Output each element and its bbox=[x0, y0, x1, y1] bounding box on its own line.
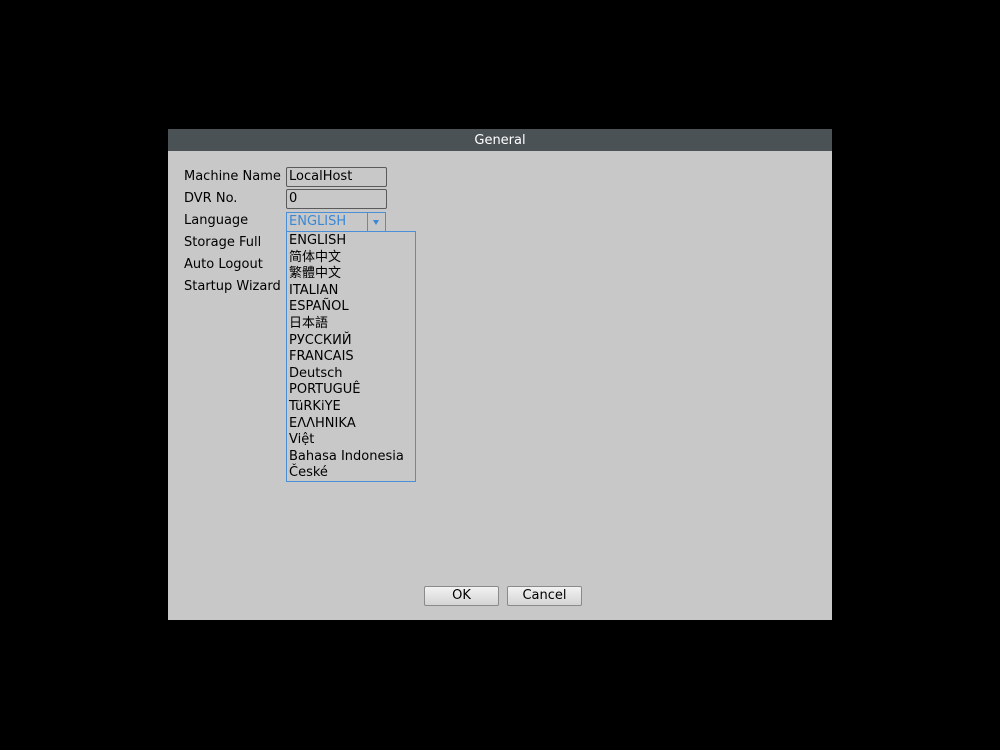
cancel-button[interactable]: Cancel bbox=[507, 586, 582, 606]
chevron-down-icon bbox=[373, 220, 379, 225]
language-select[interactable]: ENGLISH bbox=[286, 212, 386, 232]
language-option[interactable]: TüRKiYE bbox=[287, 399, 415, 416]
dvr-no-label: DVR No. bbox=[184, 191, 238, 206]
auto-logout-label: Auto Logout bbox=[184, 257, 263, 272]
language-option[interactable]: 简体中文 bbox=[287, 250, 415, 267]
general-dialog: General Machine Name LocalHost DVR No. 0… bbox=[168, 129, 832, 620]
language-option[interactable]: 繁體中文 bbox=[287, 266, 415, 283]
machine-name-field[interactable]: LocalHost bbox=[286, 167, 387, 187]
language-option[interactable]: FRANCAIS bbox=[287, 349, 415, 366]
language-option[interactable]: Deutsch bbox=[287, 366, 415, 383]
language-option[interactable]: ENGLISH bbox=[287, 233, 415, 250]
language-dropdown-list: ENGLISH 简体中文 繁體中文 ITALIAN ESPAÑOL 日本語 РУ… bbox=[286, 231, 416, 482]
language-option[interactable]: ITALIAN bbox=[287, 283, 415, 300]
language-option[interactable]: Bahasa Indonesia bbox=[287, 449, 415, 466]
language-dropdown-button[interactable] bbox=[367, 213, 385, 231]
dialog-title: General bbox=[168, 129, 832, 151]
language-option[interactable]: Việt bbox=[287, 432, 415, 449]
language-selected-value: ENGLISH bbox=[289, 214, 347, 229]
machine-name-label: Machine Name bbox=[184, 169, 281, 184]
ok-button[interactable]: OK bbox=[424, 586, 499, 606]
language-option[interactable]: ESPAÑOL bbox=[287, 299, 415, 316]
language-option[interactable]: ΕΛΛΗΝΙΚΑ bbox=[287, 416, 415, 433]
language-option[interactable]: РУССКИЙ bbox=[287, 333, 415, 350]
language-option[interactable]: PORTUGUÊ bbox=[287, 382, 415, 399]
language-option[interactable]: České bbox=[287, 465, 415, 482]
language-label: Language bbox=[184, 213, 249, 228]
dvr-no-field[interactable]: 0 bbox=[286, 189, 387, 209]
screen: General Machine Name LocalHost DVR No. 0… bbox=[0, 0, 1000, 750]
storage-full-label: Storage Full bbox=[184, 235, 262, 250]
language-option[interactable]: 日本語 bbox=[287, 316, 415, 333]
startup-wizard-label: Startup Wizard bbox=[184, 279, 281, 294]
